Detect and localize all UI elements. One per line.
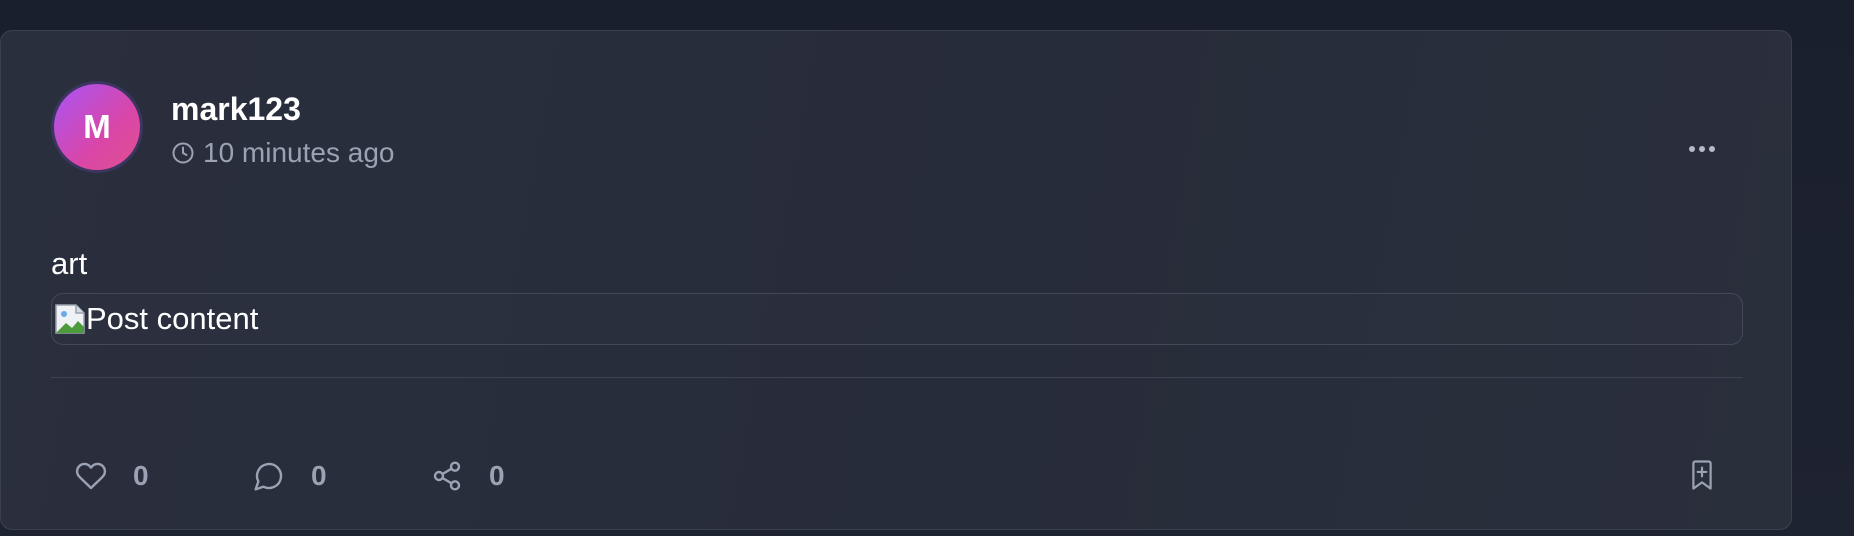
post-options-button[interactable]: [1683, 139, 1721, 159]
broken-image-icon: [54, 303, 86, 335]
share-count: 0: [489, 460, 505, 491]
save-post-button[interactable]: [1687, 459, 1717, 491]
post-actions: 0 0 0: [1, 451, 1791, 501]
avatar-initial: M: [83, 108, 111, 145]
avatar[interactable]: M: [51, 81, 143, 173]
feed-page: M mark123 10 minutes ago art Post conten…: [0, 0, 1854, 536]
post-author-username[interactable]: mark123: [171, 89, 301, 129]
like-count: 0: [133, 460, 149, 491]
post-caption: art: [51, 246, 88, 281]
post-meta: 10 minutes ago: [171, 135, 394, 171]
post-media-alt-text: Post content: [86, 301, 259, 336]
divider: [51, 377, 1743, 378]
post-timestamp: 10 minutes ago: [203, 137, 395, 168]
post-card: M mark123 10 minutes ago art Post conten…: [0, 30, 1792, 530]
share-button[interactable]: 0: [431, 451, 505, 501]
like-button[interactable]: 0: [75, 451, 149, 501]
more-horizontal-icon: [1688, 145, 1716, 153]
heart-icon: [75, 460, 107, 492]
post-media[interactable]: Post content: [51, 293, 1743, 345]
comment-count: 0: [311, 460, 327, 491]
share-icon: [431, 460, 463, 492]
clock-icon: [171, 141, 195, 165]
comment-button[interactable]: 0: [253, 451, 327, 501]
bookmark-plus-icon: [1687, 459, 1717, 491]
comment-icon: [253, 460, 285, 492]
